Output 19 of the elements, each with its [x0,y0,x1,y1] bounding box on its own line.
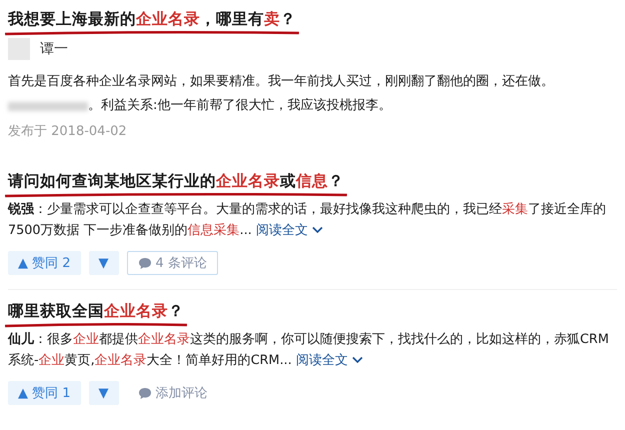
publish-date: 发布于 2018-04-02 [8,123,128,140]
downvote-button[interactable]: ▼ [88,381,119,405]
question-title[interactable]: 请问如何查询某地区某行业的企业名录或信息？ [5,170,347,192]
chevron-down-icon [312,226,324,234]
chevron-down-icon [352,356,363,364]
question-title[interactable]: 哪里获取全国企业名录？ [5,300,187,322]
read-more-link[interactable]: 阅读全文 [296,353,363,368]
read-more-link[interactable]: 阅读全文 [256,223,324,238]
speech-bubble-icon [138,256,152,270]
upvote-button[interactable]: ▲ 赞同 1 [8,381,81,405]
answer-excerpt: 锐强：少量需求可以企查查等平台。大量的需求的话，最好找像我这种爬虫的，我已经采集了接近全库的7500万数据 下一步准备做别的信息采集... 阅读全文 [8,201,607,240]
question-title[interactable]: 我想要上海最新的企业名录，哪里有卖？ [5,8,299,30]
answer-text: 首先是百度各种企业名录网站，如果要精准。我一年前找人买过，刚刚翻了翻他的圈，还在做。 [8,73,554,91]
author-name[interactable]: 谭一 [40,40,68,58]
downvote-button[interactable]: ▼ [88,251,119,275]
answer-excerpt: 仙儿：很多企业都提供企业名录这类的服务啊，你可以随便搜索下，找找什么的，比如这样的，赤狐CRM系统-企业黄页,企业名录大全！简单好用的CRM... 阅读全文 [8,331,610,370]
speech-bubble-icon [138,386,152,400]
answer-text: 。利益关系:他一年前帮了很大忙，我应该投桃报李。 [88,97,392,115]
upvote-button[interactable]: ▲ 赞同 2 [8,251,81,275]
